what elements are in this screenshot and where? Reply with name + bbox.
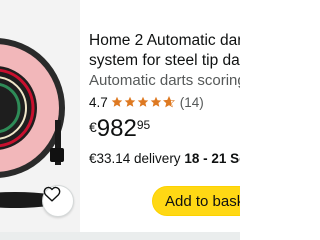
price-fraction: 95 bbox=[136, 118, 151, 132]
product-title[interactable]: Home 2 Automatic dart system for steel t… bbox=[89, 31, 240, 71]
price: € 982 95 bbox=[89, 115, 150, 145]
product-subtitle: Automatic darts scoring bbox=[89, 72, 240, 89]
product-title-line-1[interactable]: Home 2 Automatic dart bbox=[89, 31, 240, 51]
add-to-basket-button[interactable]: Add to bask bbox=[152, 186, 240, 216]
delivery-info: €33.14 delivery 18 - 21 Sep bbox=[89, 151, 240, 167]
star-icon bbox=[137, 96, 149, 107]
rating-row[interactable]: 4.7 (14) bbox=[89, 93, 204, 111]
favorite-button[interactable] bbox=[42, 185, 74, 217]
delivery-dates: 18 - 21 Sep bbox=[184, 151, 240, 166]
half-star-icon bbox=[162, 96, 175, 108]
product-image[interactable] bbox=[0, 0, 80, 240]
star-rating[interactable] bbox=[111, 96, 176, 108]
delivery-cost: €33.14 delivery bbox=[89, 151, 185, 166]
price-currency: € bbox=[89, 119, 97, 135]
star-icon bbox=[111, 96, 123, 107]
review-count[interactable]: (14) bbox=[180, 95, 204, 110]
price-whole: 982 bbox=[96, 115, 137, 142]
heart-icon bbox=[43, 186, 61, 202]
star-icon bbox=[124, 96, 136, 107]
star-icon bbox=[150, 96, 162, 107]
add-to-basket-label: Add to bask bbox=[165, 192, 240, 210]
camera-unit bbox=[50, 148, 64, 162]
product-title-line-2[interactable]: system for steel tip dart bbox=[89, 51, 240, 71]
rating-value: 4.7 bbox=[89, 94, 108, 110]
section-divider bbox=[0, 232, 240, 240]
product-info: Home 2 Automatic dart system for steel t… bbox=[89, 0, 240, 240]
